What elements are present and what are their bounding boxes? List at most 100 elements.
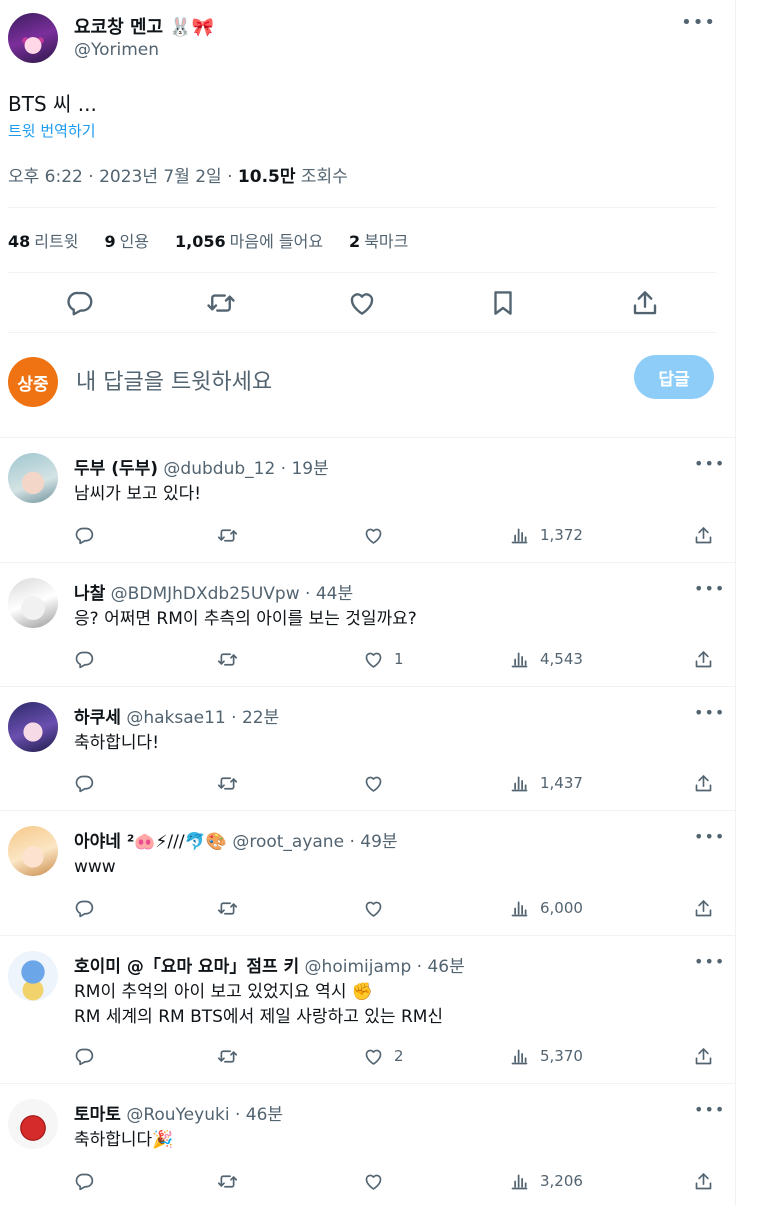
share-icon[interactable] [630, 288, 660, 318]
views-icon[interactable] [509, 1046, 530, 1067]
like-icon[interactable] [363, 525, 384, 546]
reply-icon[interactable] [74, 773, 95, 794]
reply-avatar[interactable] [8, 453, 58, 503]
retweet-action[interactable] [217, 648, 238, 670]
reply-action[interactable] [74, 1045, 95, 1067]
likes-stat[interactable]: 1,056 마음에 들어요 [175, 228, 323, 254]
reply-icon[interactable] [74, 649, 95, 670]
views-icon[interactable] [509, 525, 530, 546]
retweet-action[interactable] [217, 1045, 238, 1067]
reply-item[interactable]: 토마토 @RouYeyuki · 46분 ••• 축하합니다🎉 3,206 [0, 1083, 736, 1206]
tweet-time[interactable]: 오후 6:22 · 2023년 7월 2일 · [8, 167, 238, 187]
reply-action[interactable] [74, 648, 95, 670]
share-icon[interactable] [693, 1171, 714, 1192]
views-action[interactable]: 6,000 [509, 897, 583, 919]
more-icon[interactable]: ••• [681, 12, 716, 33]
reply-avatar[interactable] [8, 826, 58, 876]
reply-icon[interactable] [74, 1171, 95, 1192]
views-icon[interactable] [509, 898, 530, 919]
retweet-icon[interactable] [206, 288, 236, 318]
like-icon[interactable] [363, 1046, 384, 1067]
reply-author[interactable]: 하쿠세 @haksae11 · 22분 [74, 703, 279, 728]
more-icon[interactable]: ••• [694, 454, 725, 473]
views-action[interactable]: 1,437 [509, 772, 583, 794]
reply-icon[interactable] [65, 288, 95, 318]
reply-item[interactable]: 두부 (두부) @dubdub_12 · 19분 ••• 남씨가 보고 있다! … [0, 437, 736, 562]
retweet-action[interactable] [217, 524, 238, 546]
like-action[interactable]: 2 [363, 1045, 404, 1067]
reply-icon[interactable] [74, 525, 95, 546]
retweet-action[interactable] [217, 897, 238, 919]
more-icon[interactable]: ••• [694, 952, 725, 971]
share-action[interactable] [693, 772, 714, 794]
reply-action[interactable] [74, 897, 95, 919]
retweet-icon[interactable] [217, 898, 238, 919]
reply-item[interactable]: 나찰 @BDMJhDXdb25UVpw · 44분 ••• 응? 어쩌면 RM이… [0, 562, 736, 686]
more-icon[interactable]: ••• [694, 579, 725, 598]
reply-author[interactable]: 호이미 @「요마 요마」점프 키 @hoimijamp · 46분 [74, 952, 465, 977]
share-action[interactable] [693, 1045, 714, 1067]
like-icon[interactable] [347, 288, 377, 318]
share-icon[interactable] [693, 773, 714, 794]
share-action[interactable] [693, 1170, 714, 1192]
like-action[interactable]: 1 [363, 648, 404, 670]
reply-icon[interactable] [74, 1046, 95, 1067]
views-action[interactable]: 3,206 [509, 1170, 583, 1192]
author-name[interactable]: 요코창 멘고 [74, 17, 163, 38]
like-action[interactable] [363, 1170, 384, 1192]
more-icon[interactable]: ••• [694, 1100, 725, 1119]
more-icon[interactable]: ••• [694, 827, 725, 846]
views-icon[interactable] [509, 649, 530, 670]
author-handle[interactable]: @Yorimen [74, 40, 159, 60]
reply-avatar[interactable] [8, 951, 58, 1001]
views-action[interactable]: 1,372 [509, 524, 583, 546]
like-action[interactable] [363, 897, 384, 919]
reply-item[interactable]: 아야네 ² 🐽⚡///🐬🎨 @root_ayane · 49분 ••• www … [0, 810, 736, 935]
retweet-action[interactable] [217, 772, 238, 794]
author-name-line[interactable]: 요코창 멘고 🐰🎀 [74, 13, 214, 39]
retweet-icon[interactable] [217, 773, 238, 794]
views-icon[interactable] [509, 1171, 530, 1192]
retweets-stat[interactable]: 48 리트윗 [8, 228, 78, 254]
more-icon[interactable]: ••• [694, 703, 725, 722]
reply-action[interactable] [74, 1170, 95, 1192]
like-icon[interactable] [363, 898, 384, 919]
reply-avatar[interactable] [8, 1099, 58, 1149]
reply-input[interactable]: 내 답글을 트윗하세요 [76, 364, 272, 396]
author-avatar[interactable] [8, 13, 58, 63]
reply-item[interactable]: 하쿠세 @haksae11 · 22분 ••• 축하합니다! 1,437 [0, 686, 736, 810]
like-icon[interactable] [363, 1171, 384, 1192]
share-action[interactable] [693, 897, 714, 919]
retweet-icon[interactable] [217, 649, 238, 670]
like-icon[interactable] [363, 649, 384, 670]
share-action[interactable] [693, 648, 714, 670]
reply-item[interactable]: 호이미 @「요마 요마」점프 키 @hoimijamp · 46분 ••• RM… [0, 935, 736, 1083]
share-action[interactable] [693, 524, 714, 546]
retweet-icon[interactable] [217, 525, 238, 546]
reply-avatar[interactable] [8, 578, 58, 628]
share-icon[interactable] [693, 1046, 714, 1067]
translate-link[interactable]: 트윗 번역하기 [8, 120, 96, 141]
reply-icon[interactable] [74, 898, 95, 919]
views-action[interactable]: 4,543 [509, 648, 583, 670]
share-icon[interactable] [693, 525, 714, 546]
share-icon[interactable] [693, 649, 714, 670]
reply-avatar[interactable] [8, 702, 58, 752]
reply-author[interactable]: 토마토 @RouYeyuki · 46분 [74, 1100, 283, 1125]
retweet-icon[interactable] [217, 1171, 238, 1192]
retweet-action[interactable] [217, 1170, 238, 1192]
reply-action[interactable] [74, 772, 95, 794]
reply-author[interactable]: 두부 (두부) @dubdub_12 · 19분 [74, 454, 329, 479]
like-icon[interactable] [363, 773, 384, 794]
share-icon[interactable] [693, 898, 714, 919]
quotes-stat[interactable]: 9 인용 [104, 228, 149, 254]
user-avatar[interactable]: 상중 [8, 357, 58, 407]
retweet-icon[interactable] [217, 1046, 238, 1067]
bookmark-icon[interactable] [488, 288, 518, 318]
reply-action[interactable] [74, 524, 95, 546]
views-icon[interactable] [509, 773, 530, 794]
views-action[interactable]: 5,370 [509, 1045, 583, 1067]
like-action[interactable] [363, 772, 384, 794]
like-action[interactable] [363, 524, 384, 546]
reply-author[interactable]: 나찰 @BDMJhDXdb25UVpw · 44분 [74, 579, 353, 604]
